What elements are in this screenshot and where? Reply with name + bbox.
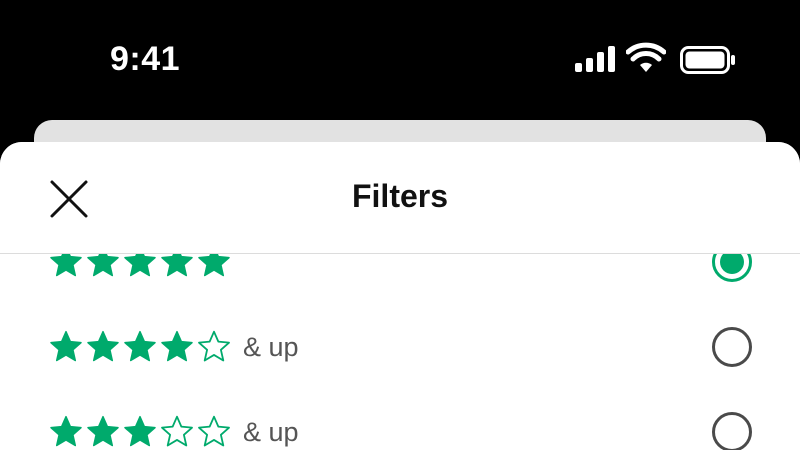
sheet-header: Filters [0, 142, 800, 254]
filters-sheet: & up & up Filters [0, 142, 800, 450]
status-bar: 9:41 [0, 0, 800, 120]
status-time: 9:41 [110, 40, 181, 78]
star-filled-icon [50, 415, 82, 447]
star-filled-icon [124, 415, 156, 447]
cellular-signal-icon [575, 46, 615, 72]
radio-button[interactable] [712, 412, 752, 450]
radio-button[interactable] [712, 327, 752, 367]
star-filled-icon [124, 330, 156, 362]
battery-icon [680, 46, 735, 74]
rating-option-3-stars[interactable]: & up [0, 397, 800, 450]
rating-label: & up [243, 417, 299, 447]
star-outline-icon [198, 415, 230, 447]
wifi-icon [626, 42, 666, 72]
star-rating [48, 328, 232, 366]
rating-option-4-stars[interactable]: & up [0, 312, 800, 382]
star-filled-icon [161, 330, 193, 362]
star-filled-icon [87, 415, 119, 447]
star-filled-icon [50, 330, 82, 362]
star-outline-icon [198, 330, 230, 362]
star-rating [48, 413, 232, 450]
rating-label: & up [243, 332, 299, 362]
star-filled-icon [87, 330, 119, 362]
page-title: Filters [351, 178, 449, 214]
star-outline-icon [161, 415, 193, 447]
